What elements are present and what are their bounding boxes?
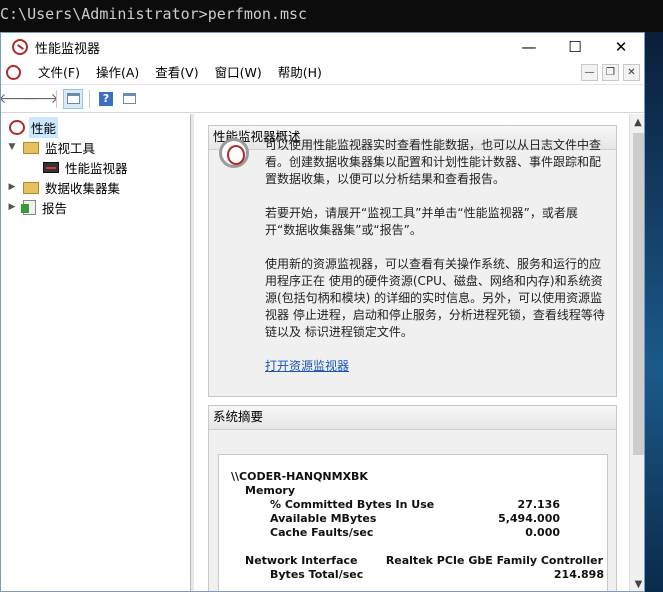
console-command-line: C:\Users\Administrator>perfmon.msc [0,0,663,32]
open-resource-monitor-link[interactable]: 打开资源监视器 [265,359,349,373]
main-content: 性能 ▼ 监视工具 性能监视器 ▶ 数据收集器集 ▶ 报告 性能监视器概述 可以… [1,114,644,591]
perfmon-window: 性能监视器 — ☐ ✕ 文件(F) 操作(A) 查看(V) 窗口(W) 帮助(H… [0,32,645,592]
menu-view[interactable]: 查看(V) [147,61,206,85]
overview-paragraph: 可以使用性能监视器实时查看性能数据，也可以从日志文件中查看。创建数据收集器集以配… [265,138,602,186]
tree-label: 性能监视器 [65,160,128,176]
console-tree: 性能 ▼ 监视工具 性能监视器 ▶ 数据收集器集 ▶ 报告 [1,114,191,591]
help-icon: ? [99,91,113,106]
summary-committed-value: 27.136 [517,498,560,511]
window-title: 性能监视器 [35,41,101,57]
perfmon-gauge-icon [219,138,249,168]
menu-help[interactable]: 帮助(H) [270,61,330,85]
tree-label: 监视工具 [45,140,96,156]
perfmon-app-icon[interactable] [12,39,28,55]
close-button[interactable]: ✕ [598,33,644,61]
vertical-scrollbar[interactable]: ▲ ▼ [629,114,644,591]
tree-item-reports[interactable]: ▶ 报告 [1,197,190,217]
summary-bytes-value: 214.898 [553,568,604,581]
overview-text: 可以使用性能监视器实时查看性能数据，也可以从日志文件中查看。创建数据收集器集以配… [265,137,605,375]
summary-available-value: 5,494.000 [498,512,560,525]
child-close-button[interactable]: ✕ [623,64,640,81]
action-pane-icon [122,93,136,104]
details-pane: 性能监视器概述 可以使用性能监视器实时查看性能数据，也可以从日志文件中查看。创建… [191,114,644,591]
data-collector-icon [23,182,39,194]
tree-item-data-collector-sets[interactable]: ▶ 数据收集器集 [1,177,190,197]
tree-item-performance-monitor[interactable]: 性能监视器 [1,157,190,177]
summary-cache-value: 0.000 [525,526,560,539]
minimize-button[interactable]: — [506,33,552,61]
tree-item-monitoring-tools[interactable]: ▼ 监视工具 [1,137,190,157]
chevron-right-icon[interactable]: ▶ [5,202,19,212]
summary-host: \\CODER-HANQNMXBK [231,470,368,483]
console-tree-icon [66,93,80,104]
show-action-pane-button[interactable] [119,89,139,109]
summary-memory-label: Memory [245,484,296,497]
desktop-background [643,32,663,592]
forward-arrow-icon[interactable]: 🡒 [21,89,59,109]
summary-available-label: Available MBytes [270,512,377,525]
tree-label: 报告 [42,200,68,216]
toolbar-separator [89,89,90,108]
child-restore-button[interactable]: ❐ [602,64,619,81]
performance-icon [9,119,25,135]
chart-icon [43,161,59,173]
show-hide-console-tree-button[interactable] [63,88,83,109]
overview-paragraph: 若要开始，请展开“监视工具”并单击“性能监视器”，或者展开“数据收集器集”或“报… [265,206,578,237]
mmc-system-menu-icon[interactable] [6,65,21,80]
summary-bytes-label: Bytes Total/sec [270,568,364,581]
tree-item-performance[interactable]: 性能 [1,116,190,138]
chevron-right-icon[interactable]: ▶ [5,182,19,192]
menu-window[interactable]: 窗口(W) [207,61,270,85]
maximize-button[interactable]: ☐ [552,33,598,61]
menu-file[interactable]: 文件(F) [30,61,88,85]
folder-icon [23,142,39,154]
summary-network-label: Network Interface [245,554,358,567]
scroll-down-icon[interactable]: ▼ [630,576,644,591]
chevron-down-icon[interactable]: ▼ [5,142,19,152]
summary-network-value: Realtek PCIe GbE Family Controller [385,554,603,567]
summary-cache-label: Cache Faults/sec [270,526,374,539]
scrollbar-thumb[interactable] [633,133,644,455]
overview-paragraph: 使用新的资源监视器，可以查看有关操作系统、服务和运行的应用程序正在 使用的硬件资… [265,257,605,339]
overview-section: 性能监视器概述 可以使用性能监视器实时查看性能数据，也可以从日志文件中查看。创建… [208,125,617,397]
tree-label: 性能 [29,116,59,138]
toolbar: 🡐 🡒 ? [1,85,644,113]
system-summary-heading[interactable]: 系统摘要 [209,406,616,430]
menu-action[interactable]: 操作(A) [88,61,147,85]
summary-committed-label: % Committed Bytes In Use [270,498,435,511]
help-button[interactable]: ? [96,89,116,109]
system-summary-box: \\CODER-HANQNMXBK Memory % Committed Byt… [218,454,608,591]
child-minimize-button[interactable]: — [581,64,598,81]
report-icon [21,199,36,215]
tree-label: 数据收集器集 [45,180,121,196]
scroll-up-icon[interactable]: ▲ [630,114,644,131]
menu-bar: 文件(F) 操作(A) 查看(V) 窗口(W) 帮助(H) — ❐ ✕ [1,61,644,85]
toolbar-separator [56,89,57,108]
title-bar[interactable]: 性能监视器 — ☐ ✕ [1,33,644,61]
